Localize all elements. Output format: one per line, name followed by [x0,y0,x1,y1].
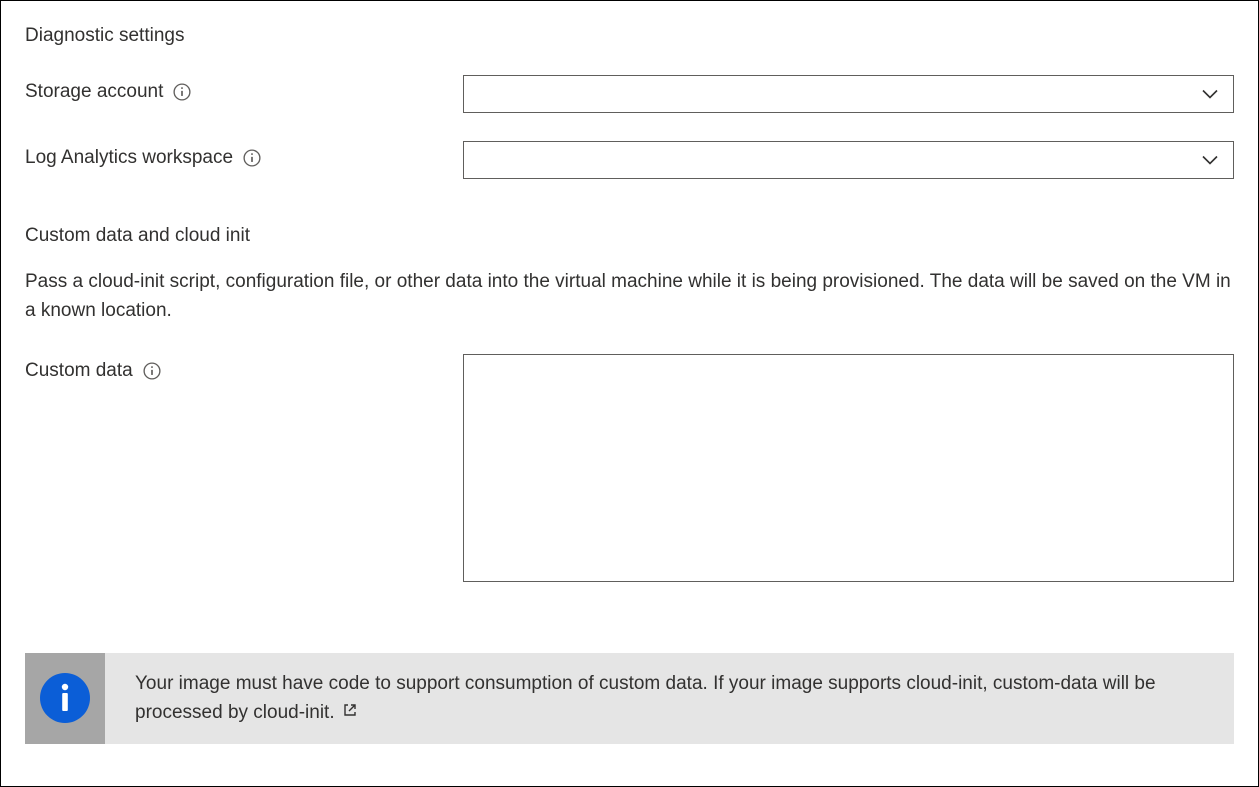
storage-account-label-wrap: Storage account [25,75,463,103]
custom-data-heading: Custom data and cloud init [25,225,1234,247]
external-link-icon[interactable] [342,702,358,718]
custom-data-description: Pass a cloud-init script, configuration … [25,267,1234,326]
settings-panel: Diagnostic settings Storage account [0,0,1259,787]
log-analytics-row: Log Analytics workspace [25,141,1234,179]
log-analytics-label-wrap: Log Analytics workspace [25,141,463,169]
info-banner: Your image must have code to support con… [25,653,1234,744]
info-icon[interactable] [243,149,261,167]
storage-account-label: Storage account [25,81,163,103]
info-icon[interactable] [173,83,191,101]
storage-account-row: Storage account [25,75,1234,113]
storage-account-dropdown[interactable] [463,75,1234,113]
storage-account-control [463,75,1234,113]
log-analytics-control [463,141,1234,179]
chevron-down-icon [1201,150,1219,171]
custom-data-control [463,354,1234,587]
custom-data-label-wrap: Custom data [25,354,463,382]
info-banner-icon-wrap [25,653,105,744]
log-analytics-dropdown[interactable] [463,141,1234,179]
info-banner-message: Your image must have code to support con… [135,673,1156,723]
chevron-down-icon [1201,84,1219,105]
info-icon[interactable] [143,362,161,380]
log-analytics-label: Log Analytics workspace [25,147,233,169]
custom-data-textarea[interactable] [463,354,1234,582]
diagnostic-settings-heading: Diagnostic settings [25,25,1234,47]
custom-data-label: Custom data [25,360,133,382]
custom-data-row: Custom data [25,354,1234,587]
info-circle-icon [40,673,90,723]
info-banner-text: Your image must have code to support con… [105,653,1234,744]
